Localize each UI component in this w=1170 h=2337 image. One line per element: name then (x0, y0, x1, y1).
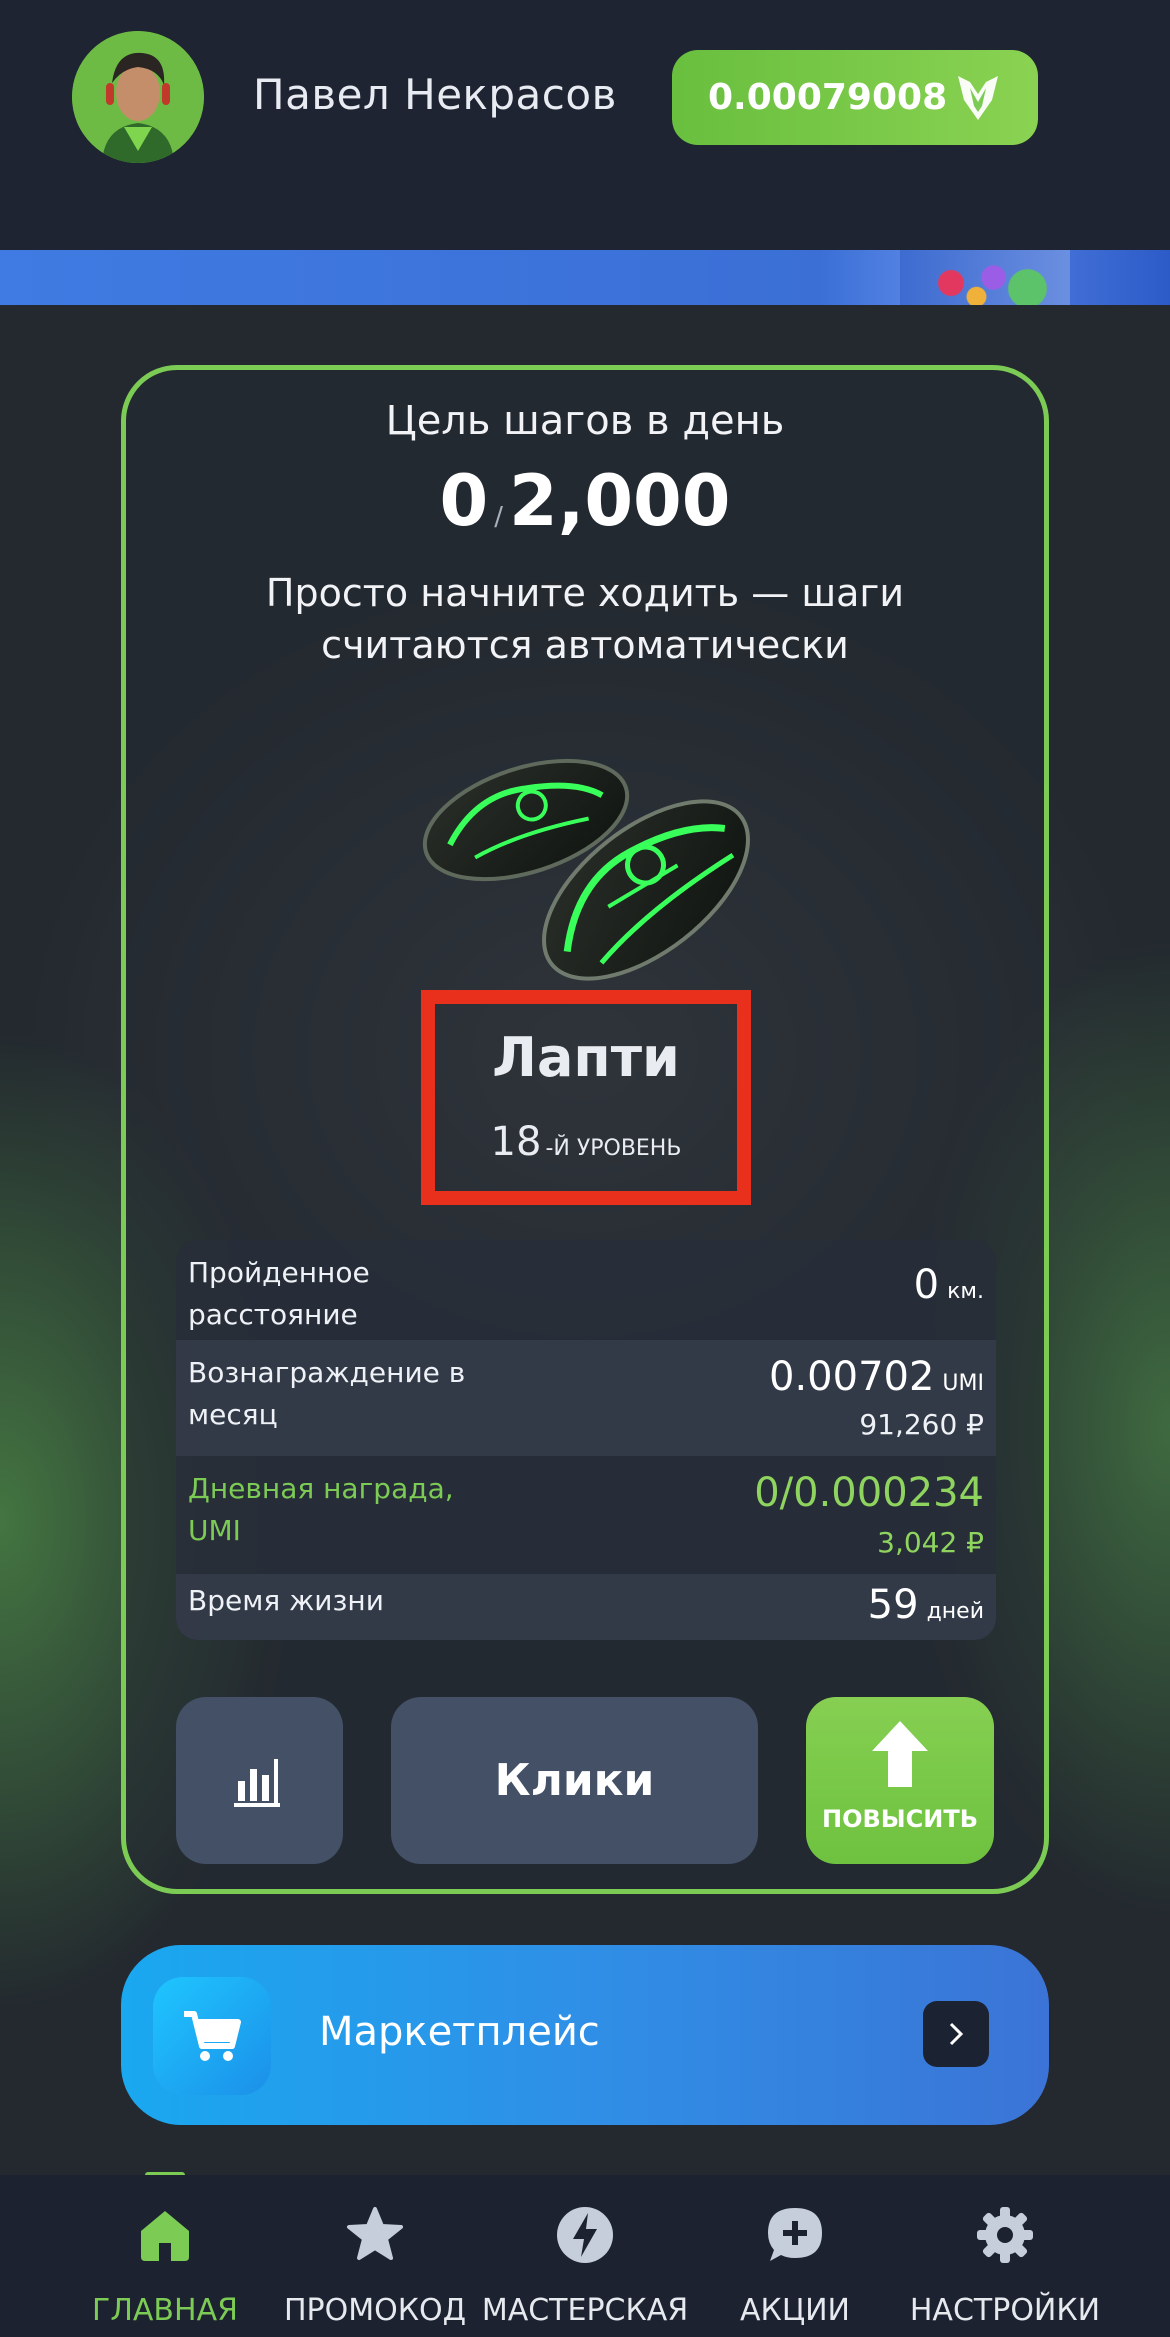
statistics-button[interactable] (176, 1697, 343, 1864)
lifetime-unit: дней (926, 1599, 984, 1624)
stats-table: Пройденное расстояние 0 км. Вознаграждени… (176, 1240, 996, 1640)
stat-value: 0 км. (914, 1262, 984, 1308)
monthly-value: 0.00702 (769, 1354, 935, 1400)
distance-unit: км. (947, 1279, 984, 1304)
item-level-suffix: -Й УРОВЕНЬ (545, 1136, 682, 1161)
goal-target: 2,000 (509, 460, 731, 542)
nav-item-promotions[interactable]: АКЦИИ (690, 2175, 900, 2337)
avatar[interactable] (72, 31, 204, 163)
sneakers-image (422, 758, 750, 981)
daily-rub: 3,042 ₽ (877, 1526, 984, 1559)
marketplace-label: Маркетплейс (319, 2009, 600, 2055)
lifetime-value: 59 (867, 1582, 919, 1628)
goal-title: Цель шагов в день (385, 398, 785, 444)
monthly-rub: 91,260 ₽ (859, 1408, 984, 1441)
nav-item-promocode[interactable]: ПРОМОКОД (270, 2175, 480, 2337)
bottom-nav: ГЛАВНАЯ ПРОМОКОД МАСТЕРСКАЯ АКЦИИ НАСТРО… (0, 2175, 1170, 2337)
stat-row-monthly: Вознаграждение в месяц 0.00702 UMI 91,260… (176, 1340, 996, 1456)
bar-chart-icon (233, 1758, 280, 1807)
cart-icon (153, 1977, 271, 2095)
stat-row-lifetime: Время жизни 59 дней (176, 1574, 996, 1640)
home-icon (141, 2211, 189, 2261)
gear-icon (977, 2207, 1033, 2263)
distance-value: 0 (913, 1262, 940, 1308)
daily-value: 0/0.000234 (754, 1470, 984, 1516)
nav-label: МАСТЕРСКАЯ (481, 2293, 689, 2328)
banner-flowers-image (900, 250, 1070, 305)
goal-value: 0/2,000 (126, 460, 1044, 542)
item-highlight-box: Лапти 18 -Й УРОВЕНЬ (421, 990, 751, 1205)
clicks-button[interactable]: Клики (391, 1697, 758, 1864)
nav-label: ПРОМОКОД (283, 2293, 467, 2328)
chevron-right-icon (923, 2001, 989, 2067)
monthly-unit: UMI (942, 1371, 984, 1396)
chat-plus-icon (768, 2208, 822, 2261)
arrow-up-icon (872, 1721, 928, 1787)
star-icon (347, 2207, 403, 2260)
nav-item-workshop[interactable]: МАСТЕРСКАЯ (480, 2175, 690, 2337)
nav-item-settings[interactable]: НАСТРОЙКИ (900, 2175, 1110, 2337)
nav-label: НАСТРОЙКИ (909, 2293, 1101, 2328)
steps-card: Цель шагов в день 0/2,000 Просто начните… (121, 365, 1049, 1894)
promo-banner[interactable] (0, 250, 1170, 305)
lightning-icon (557, 2207, 613, 2263)
stat-label: Дневная награда, UMI (188, 1472, 454, 1547)
marketplace-button[interactable]: Маркетплейс (121, 1945, 1049, 2125)
header: Павел Некрасов 0.00079008 (0, 0, 1170, 250)
stat-value: 0.00702 UMI (769, 1354, 984, 1400)
user-name: Павел Некрасов (253, 70, 617, 119)
stat-row-daily: Дневная награда, UMI 0/0.000234 3,042 ₽ (176, 1456, 996, 1574)
stat-label: Вознаграждение в месяц (188, 1356, 466, 1431)
goal-separator: / (494, 502, 504, 532)
stat-label: Пройденное расстояние (188, 1256, 370, 1331)
nav-label: ГЛАВНАЯ (92, 2293, 238, 2328)
umi-coin-icon (958, 76, 998, 120)
upgrade-button[interactable]: ПОВЫСИТЬ (806, 1697, 994, 1864)
upgrade-label: ПОВЫСИТЬ (821, 1805, 978, 1833)
item-level: 18 -Й УРОВЕНЬ (435, 1119, 737, 1165)
item-name: Лапти (492, 1026, 680, 1089)
goal-current: 0 (439, 460, 489, 542)
stat-row-distance: Пройденное расстояние 0 км. (176, 1240, 996, 1340)
stat-value: 59 дней (868, 1582, 984, 1628)
stat-label: Время жизни (188, 1584, 384, 1617)
nav-label: АКЦИИ (740, 2293, 850, 2328)
balance-value: 0.00079008 (708, 77, 948, 118)
goal-hint: Просто начните ходить — шаги считаются а… (265, 571, 905, 667)
nav-item-home[interactable]: ГЛАВНАЯ (60, 2175, 270, 2337)
item-level-number: 18 (490, 1119, 542, 1165)
balance-button[interactable]: 0.00079008 (672, 50, 1038, 145)
